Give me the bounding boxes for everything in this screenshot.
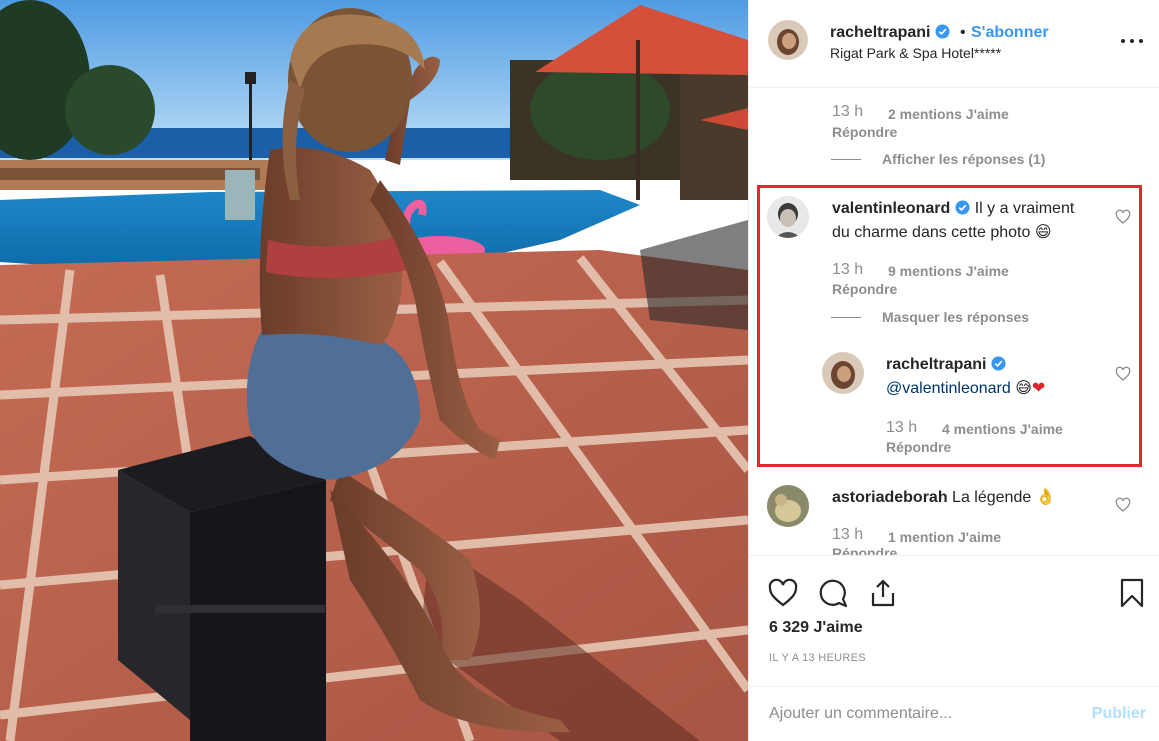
commenter-avatar[interactable] — [767, 196, 809, 238]
like-reply-heart-icon[interactable] — [1115, 366, 1131, 382]
like-comment-heart-icon[interactable] — [1115, 209, 1131, 225]
post-actions: 6 329 J'aime IL Y A 13 HEURES — [749, 555, 1159, 685]
verified-badge-icon — [955, 200, 970, 215]
more-options-icon[interactable] — [1120, 36, 1144, 46]
author-username[interactable]: racheltrapani — [830, 24, 951, 42]
post-side-panel: racheltrapani • S'abonner Rigat Park & S… — [748, 0, 1159, 741]
emoji-sweat-smile: 😅 — [1015, 380, 1032, 397]
commenter-avatar[interactable] — [767, 485, 809, 527]
reply-button[interactable]: Répondre — [832, 281, 897, 297]
likes-count[interactable]: 6 329 J'aime — [769, 619, 863, 637]
like-comment-heart-icon[interactable] — [1115, 497, 1131, 513]
comment-body: valentinleonard Il y a vraiment — [832, 200, 1074, 218]
comment-icon[interactable] — [817, 577, 849, 609]
hide-replies-button[interactable]: Masquer les réponses — [882, 309, 1029, 325]
reply-button[interactable]: Répondre — [832, 124, 897, 140]
post-location[interactable]: Rigat Park & Spa Hotel***** — [830, 45, 1001, 61]
divider — [831, 317, 861, 318]
post-timestamp[interactable]: IL Y A 13 HEURES — [769, 652, 866, 664]
comment-likes[interactable]: 2 mentions J'aime — [888, 106, 1009, 122]
reply-author-avatar[interactable] — [822, 352, 864, 394]
verified-badge-icon — [991, 356, 1007, 371]
follow-button[interactable]: S'abonner — [971, 24, 1049, 42]
publish-button[interactable]: Publier — [1092, 705, 1146, 723]
comment-username[interactable]: astoriadeborah — [832, 489, 948, 506]
reply-header: racheltrapani — [886, 356, 1007, 374]
comment-body: astoriadeborah La légende 👌 — [832, 487, 1056, 507]
verified-badge-icon — [935, 24, 951, 39]
reply-username[interactable]: racheltrapani — [886, 356, 986, 373]
emoji-ok-hand: 👌 — [1035, 489, 1056, 506]
comment-username[interactable]: valentinleonard — [832, 200, 950, 217]
comment-likes[interactable]: 9 mentions J'aime — [888, 263, 1009, 279]
add-comment-bar: Publier — [749, 686, 1159, 741]
comment-text-line1: Il y a vraiment — [974, 200, 1075, 217]
reply-button[interactable]: Répondre — [886, 439, 951, 455]
post-photo[interactable] — [0, 0, 748, 741]
post-header: racheltrapani • S'abonner Rigat Park & S… — [749, 0, 1159, 88]
reply-time[interactable]: 13 h — [886, 419, 917, 437]
bookmark-icon[interactable] — [1116, 577, 1148, 609]
heart-icon[interactable] — [767, 577, 799, 609]
comments-list[interactable]: 13 h 2 mentions J'aime Répondre Afficher… — [749, 89, 1159, 555]
reply-likes[interactable]: 4 mentions J'aime — [942, 421, 1063, 437]
divider — [831, 159, 861, 160]
comment-time[interactable]: 13 h — [832, 103, 863, 121]
author-avatar[interactable] — [768, 20, 808, 60]
comment-time[interactable]: 13 h — [832, 526, 863, 544]
comment-time[interactable]: 13 h — [832, 261, 863, 279]
emoji-heart: ❤ — [1031, 380, 1046, 397]
emoji-grin: 😄 — [1034, 224, 1052, 241]
show-replies-button[interactable]: Afficher les réponses (1) — [882, 151, 1045, 167]
reply-body: @valentinleonard 😅❤ — [886, 378, 1045, 398]
photo-illustration — [0, 0, 748, 741]
reply-button[interactable]: Répondre — [832, 545, 897, 555]
share-icon[interactable] — [867, 577, 899, 609]
comment-text-line2: du charme dans cette photo 😄 — [832, 224, 1052, 241]
comment-likes[interactable]: 1 mention J'aime — [888, 529, 1001, 545]
mention-link[interactable]: @valentinleonard — [886, 380, 1011, 397]
header-separator: • — [960, 24, 966, 41]
comment-text: La légende — [952, 489, 1032, 506]
add-comment-input[interactable] — [769, 702, 1069, 726]
